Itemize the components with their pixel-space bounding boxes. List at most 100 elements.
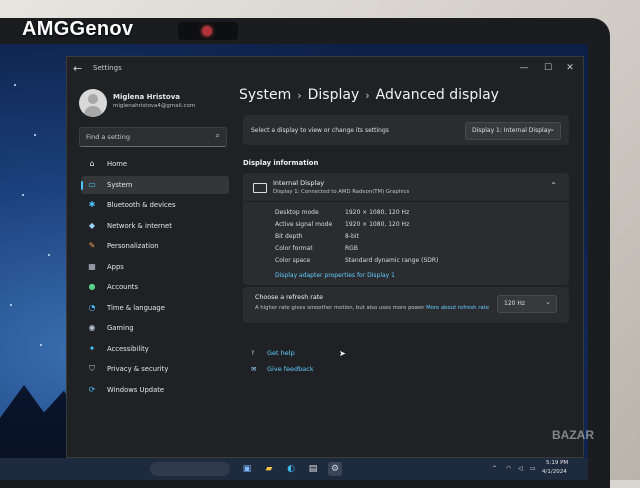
give-feedback-link[interactable]: ✉ Give feedback	[251, 365, 314, 373]
sidebar-item-network-internet[interactable]: ◆ Network & internet	[81, 217, 229, 235]
feedback-icon: ✉	[251, 365, 257, 373]
sidebar-item-time-language[interactable]: ◔ Time & language	[81, 299, 229, 317]
sidebar-item-label: Windows Update	[107, 385, 165, 394]
app-title: Settings	[93, 64, 122, 72]
bluetooth-icon: ✱	[88, 200, 96, 209]
display-dropdown-value: Display 1: Internal Display	[472, 127, 551, 134]
minimize-button[interactable]: —	[513, 59, 535, 77]
sidebar-item-label: Time & language	[107, 303, 165, 312]
monitor-icon: ▭	[88, 179, 96, 189]
property-label: Active signal mode	[275, 221, 333, 228]
selection-indicator	[81, 180, 83, 190]
wifi-icon[interactable]: ◠	[506, 465, 511, 472]
help-icon: ?	[251, 349, 255, 357]
edge-icon[interactable]: ◐	[284, 462, 298, 476]
property-label: Color space	[275, 257, 311, 264]
sidebar-item-accessibility[interactable]: ✦ Accessibility	[81, 340, 229, 358]
task-view-icon[interactable]: ▣	[240, 462, 254, 476]
webcam	[178, 22, 238, 40]
settings-gear-icon[interactable]: ⚙	[328, 462, 342, 476]
sidebar-item-label: Personalization	[107, 242, 159, 250]
gamepad-icon: ◉	[88, 323, 96, 332]
close-button[interactable]: ✕	[559, 59, 581, 77]
breadcrumb-item-system[interactable]: System	[239, 87, 291, 103]
refresh-rate-card: Choose a refresh rate A higher rate give…	[243, 287, 569, 323]
chevron-up-icon[interactable]: ⌃	[550, 181, 557, 190]
refresh-rate-title: Choose a refresh rate	[255, 294, 324, 301]
avatar-body	[84, 106, 102, 117]
file-explorer-icon[interactable]: ▰	[262, 462, 276, 476]
volume-icon[interactable]: ◁	[518, 465, 523, 472]
sidebar-item-label: Accessibility	[107, 344, 149, 353]
monitor-icon	[253, 183, 267, 193]
refresh-rate-more-link[interactable]: More about refresh rate	[426, 305, 489, 311]
property-label: Bit depth	[275, 233, 303, 240]
get-help-label: Get help	[267, 349, 295, 357]
refresh-rate-desc-text: A higher rate gives smoother motion, but…	[255, 305, 425, 311]
wallpaper-star	[22, 194, 24, 196]
give-feedback-label: Give feedback	[267, 365, 314, 373]
wallpaper-star	[10, 304, 12, 306]
sidebar-item-label: Apps	[107, 262, 124, 271]
breadcrumb-separator: ›	[365, 89, 370, 102]
home-icon: ⌂	[89, 159, 95, 168]
select-display-card: Select a display to view or change its s…	[243, 115, 569, 145]
sidebar-item-label: Accounts	[107, 283, 138, 291]
watermark-bottom: BAZAR	[552, 428, 594, 442]
avatar[interactable]	[79, 89, 107, 117]
breadcrumb-separator: ›	[297, 89, 302, 102]
sidebar-item-home[interactable]: ⌂ Home	[81, 155, 229, 173]
sidebar-item-windows-update[interactable]: ⟳ Windows Update	[81, 381, 229, 399]
display-info-header[interactable]: Internal Display Display 1: Connected to…	[243, 173, 569, 202]
taskbar-time[interactable]: 5:19 PM	[546, 460, 568, 466]
get-help-link[interactable]: ? Get help	[251, 349, 295, 357]
sidebar-item-personalization[interactable]: ✎ Personalization	[81, 237, 229, 255]
screen: ← Settings — ☐ ✕ Miglena Hristova miglen…	[0, 44, 588, 480]
settings-window: ← Settings — ☐ ✕ Miglena Hristova miglen…	[66, 56, 584, 458]
back-arrow-icon[interactable]: ←	[73, 62, 82, 75]
sidebar-item-label: System	[107, 180, 133, 189]
refresh-icon: ⟳	[88, 384, 96, 394]
property-value: 1920 × 1080, 120 Hz	[345, 209, 410, 216]
refresh-rate-value: 120 Hz	[504, 300, 526, 307]
display-dropdown[interactable]: Display 1: Internal Display ⌄	[465, 122, 561, 140]
store-icon[interactable]: ▤	[306, 462, 320, 476]
property-value: 8-bit	[345, 233, 359, 240]
property-label: Color format	[275, 245, 313, 252]
breadcrumb: System › Display › Advanced display	[239, 87, 499, 103]
property-value: RGB	[345, 245, 358, 252]
taskbar-date[interactable]: 4/1/2024	[542, 469, 567, 475]
display-name: Internal Display	[273, 179, 325, 187]
search-input[interactable]: Find a setting ⌕	[79, 127, 227, 147]
chevron-down-icon: ⌄	[549, 125, 555, 133]
refresh-rate-dropdown[interactable]: 120 Hz ⌄	[497, 295, 557, 313]
sidebar-item-label: Network & internet	[107, 221, 172, 230]
globe-clock-icon: ◔	[88, 302, 96, 312]
breadcrumb-item-display[interactable]: Display	[308, 87, 360, 103]
battery-icon[interactable]: ▭	[530, 465, 536, 472]
chevron-up-icon[interactable]: ⌃	[492, 465, 497, 472]
sidebar-item-accounts[interactable]: ● Accounts	[81, 278, 229, 296]
accessibility-icon: ✦	[88, 343, 96, 353]
sidebar-item-privacy-security[interactable]: ⛉ Privacy & security	[81, 360, 229, 378]
search-placeholder: Find a setting	[86, 133, 130, 141]
property-label: Desktop mode	[275, 209, 319, 216]
property-value: 1920 × 1080, 120 Hz	[345, 221, 410, 228]
display-subtitle: Display 1: Connected to AMD Radeon(TM) G…	[273, 189, 410, 195]
sidebar-item-label: Home	[107, 160, 128, 168]
sidebar-item-apps[interactable]: ▦ Apps	[81, 258, 229, 276]
sidebar-item-system[interactable]: ▭ System	[81, 175, 229, 194]
sidebar-item-bluetooth-devices[interactable]: ✱ Bluetooth & devices	[81, 196, 229, 214]
adapter-properties-link[interactable]: Display adapter properties for Display 1	[275, 272, 395, 279]
section-title: Display information	[243, 159, 319, 167]
title-bar[interactable]: ← Settings — ☐ ✕	[67, 57, 583, 81]
wallpaper-star	[40, 344, 42, 346]
display-info-card: Internal Display Display 1: Connected to…	[243, 173, 569, 285]
wallpaper-star	[14, 84, 16, 86]
refresh-rate-description: A higher rate gives smoother motion, but…	[255, 305, 489, 311]
maximize-button[interactable]: ☐	[537, 59, 559, 77]
taskbar-search[interactable]	[150, 462, 230, 476]
shield-icon: ⛉	[89, 364, 95, 373]
sidebar-item-gaming[interactable]: ◉ Gaming	[81, 319, 229, 337]
profile-name: Miglena Hristova	[113, 93, 180, 101]
